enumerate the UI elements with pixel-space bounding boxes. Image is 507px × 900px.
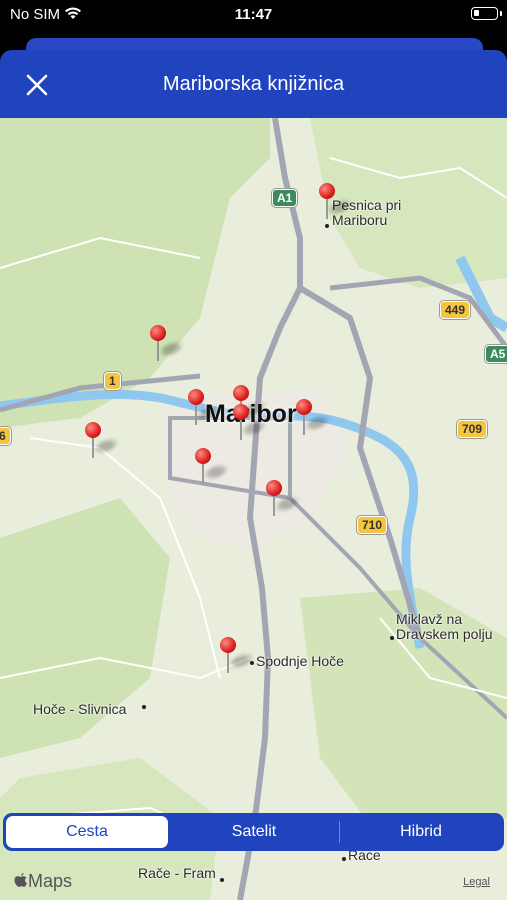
map-background xyxy=(0,118,507,900)
place-label-miklavz: Miklavž na Dravskem polju xyxy=(396,611,493,642)
map-pin[interactable] xyxy=(85,422,119,462)
place-dot xyxy=(390,636,394,640)
clock: 11:47 xyxy=(234,6,273,23)
road-shield-449: 449 xyxy=(440,301,471,319)
place-label-spodnje-hoce: Spodnje Hoče xyxy=(256,653,344,669)
place-dot xyxy=(220,878,224,882)
map-pin[interactable] xyxy=(150,325,184,365)
map-pin[interactable] xyxy=(188,389,222,429)
map-view[interactable]: Maribor Pesnica pri Mariboru Miklavž na … xyxy=(0,118,507,900)
road-shield-a5: A5 xyxy=(485,345,507,363)
place-dot xyxy=(325,224,329,228)
apple-maps-logo: Maps xyxy=(13,871,72,892)
segment-cesta[interactable]: Cesta xyxy=(6,816,168,848)
road-shield-6: 6 xyxy=(0,427,11,445)
map-pin[interactable] xyxy=(195,448,229,488)
map-pin[interactable] xyxy=(266,480,300,520)
status-bar: No SIM 11:47 xyxy=(0,0,507,30)
place-dot xyxy=(142,705,146,709)
road-shield-1: 1 xyxy=(104,372,121,390)
road-shield-a1: A1 xyxy=(272,189,298,207)
segment-hibrid[interactable]: Hibrid xyxy=(341,816,501,848)
apple-icon xyxy=(14,873,27,887)
map-pin[interactable] xyxy=(233,404,267,444)
battery-icon xyxy=(471,7,502,20)
place-dot xyxy=(342,857,346,861)
segment-satelit[interactable]: Satelit xyxy=(171,816,337,848)
place-label-race-fram: Rače - Fram xyxy=(138,865,216,881)
place-dot xyxy=(250,661,254,665)
legal-link[interactable]: Legal xyxy=(463,876,490,888)
place-label-hoce-slivnica: Hoče - Slivnica xyxy=(33,701,127,717)
map-pin[interactable] xyxy=(319,183,353,223)
road-shield-710: 710 xyxy=(357,516,388,534)
map-pin[interactable] xyxy=(296,399,330,439)
page-title: Mariborska knjižnica xyxy=(162,73,345,95)
road-shield-709: 709 xyxy=(457,420,488,438)
map-pin[interactable] xyxy=(220,637,254,677)
map-type-segmented-control: Cesta Satelit Hibrid xyxy=(3,813,504,851)
maps-logo-text: Maps xyxy=(28,871,73,891)
modal-header: Mariborska knjižnica xyxy=(0,50,507,118)
segment-divider xyxy=(339,821,340,843)
